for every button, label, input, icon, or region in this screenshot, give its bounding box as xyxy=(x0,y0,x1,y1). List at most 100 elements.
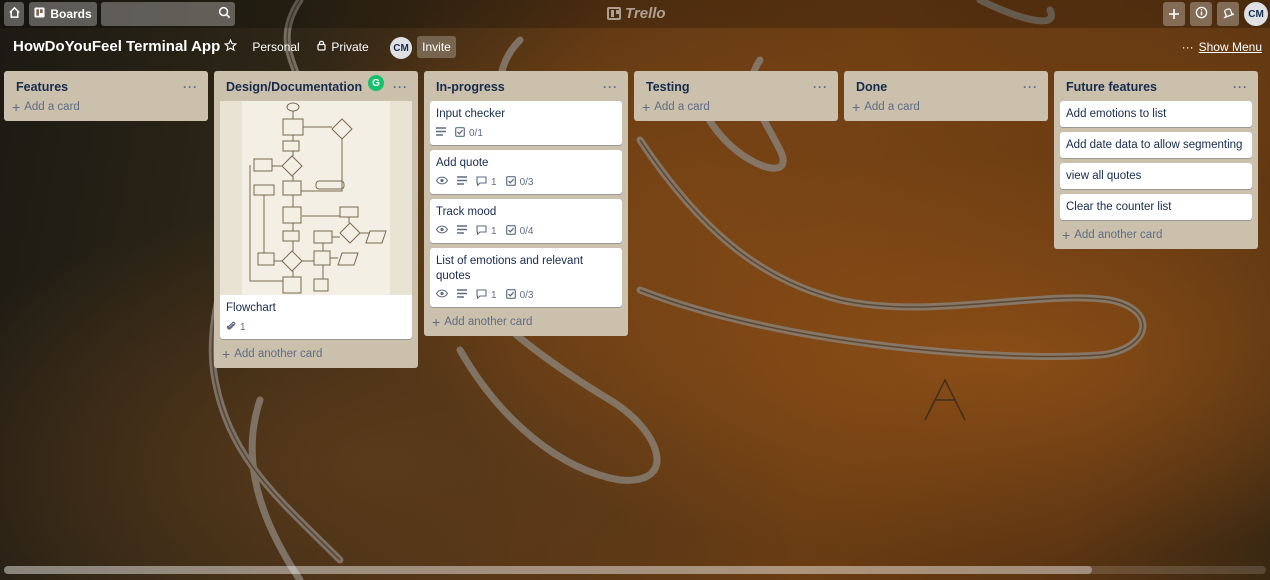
team-visibility-button[interactable]: Personal xyxy=(248,36,304,58)
list-menu-icon[interactable]: ··· xyxy=(1023,80,1042,94)
comment-count: 1 xyxy=(491,176,497,188)
plus-icon: + xyxy=(642,99,651,115)
show-menu-button[interactable]: ··· Show Menu xyxy=(1180,36,1262,58)
checkbox-icon xyxy=(455,126,465,140)
card-track-mood[interactable]: Track mood 1 0/4 xyxy=(430,199,622,243)
comment-count: 1 xyxy=(491,225,497,237)
list-title[interactable]: Done xyxy=(856,80,887,94)
create-button[interactable] xyxy=(1163,2,1185,26)
private-label: Private xyxy=(331,40,369,54)
scrollbar-thumb[interactable] xyxy=(4,566,1092,574)
add-card-button[interactable]: + Add a card xyxy=(10,97,202,117)
board-member-initials: CM xyxy=(393,42,409,54)
privacy-button[interactable]: Private xyxy=(312,36,374,58)
description-icon xyxy=(457,225,467,237)
plus-icon: + xyxy=(12,99,21,115)
description-badge xyxy=(457,176,467,188)
list-title[interactable]: Features xyxy=(16,80,68,94)
comment-icon xyxy=(476,288,487,302)
card-view-all-quotes[interactable]: view all quotes xyxy=(1060,163,1252,189)
eye-icon xyxy=(435,225,449,237)
trello-logo[interactable]: Trello xyxy=(607,5,666,22)
list-title[interactable]: Future features xyxy=(1066,80,1157,94)
info-button[interactable] xyxy=(1190,2,1212,26)
user-avatar[interactable]: CM xyxy=(1244,2,1268,26)
card-title: Add emotions to list xyxy=(1066,108,1167,120)
card-input-checker[interactable]: Input checker 0/1 xyxy=(430,101,622,145)
home-icon xyxy=(8,6,21,22)
list-title[interactable]: In-progress xyxy=(436,80,505,94)
search-input[interactable] xyxy=(101,2,235,26)
attachment-count: 1 xyxy=(240,321,246,333)
list-title[interactable]: Testing xyxy=(646,80,690,94)
checklist-count: 0/1 xyxy=(469,127,483,139)
checklist-badge: 0/1 xyxy=(455,126,483,140)
card-add-emotions[interactable]: Add emotions to list xyxy=(1060,101,1252,127)
card-badges: 1 0/4 xyxy=(435,224,616,238)
board-scrollbar[interactable] xyxy=(4,566,1266,574)
add-card-label: Add another card xyxy=(234,348,323,360)
list-testing: Testing ··· + Add a card xyxy=(634,71,838,121)
card-badges: 1 xyxy=(226,320,406,334)
comments-badge: 1 xyxy=(476,288,497,302)
add-card-button[interactable]: + Add a card xyxy=(640,97,832,117)
invite-button[interactable]: Invite xyxy=(417,36,456,58)
card-badges: 1 0/3 xyxy=(435,175,616,189)
show-menu-label: Show Menu xyxy=(1198,40,1262,54)
notifications-button[interactable] xyxy=(1217,2,1239,26)
comment-count: 1 xyxy=(491,289,497,301)
add-card-label: Add a card xyxy=(24,101,80,113)
grammarly-icon[interactable]: G xyxy=(368,75,384,91)
eye-icon xyxy=(435,289,449,301)
list-menu-icon[interactable]: ··· xyxy=(603,80,622,94)
list-title[interactable]: Design/Documentation xyxy=(226,80,362,94)
add-card-button[interactable]: + Add a card xyxy=(850,97,1042,117)
list-menu-icon[interactable]: ··· xyxy=(813,80,832,94)
info-icon xyxy=(1195,6,1208,22)
plus-icon: + xyxy=(432,314,441,330)
list-features: Features ··· + Add a card xyxy=(4,71,208,121)
star-board-button[interactable] xyxy=(220,36,240,58)
checklist-count: 0/3 xyxy=(519,176,534,188)
checklist-badge: 0/3 xyxy=(505,175,534,189)
checklist-count: 0/4 xyxy=(519,225,534,237)
card-title: Flowchart xyxy=(226,302,276,314)
lock-icon xyxy=(317,40,326,54)
add-card-label: Add a card xyxy=(864,101,920,113)
card-clear-counter[interactable]: Clear the counter list xyxy=(1060,194,1252,220)
eye-icon xyxy=(435,176,449,188)
paperclip-icon xyxy=(226,320,236,334)
list-menu-icon[interactable]: ··· xyxy=(1233,80,1252,94)
card-flowchart[interactable]: Flowchart 1 xyxy=(220,101,412,339)
add-card-button[interactable]: + Add another card xyxy=(1060,225,1252,245)
add-card-button[interactable]: + Add another card xyxy=(220,344,412,364)
list-header: Future features ··· xyxy=(1060,77,1252,97)
board-member-avatar[interactable]: CM xyxy=(390,37,412,59)
search-icon xyxy=(218,6,231,22)
grammarly-letter: G xyxy=(372,77,380,89)
comment-icon xyxy=(476,175,487,189)
description-icon xyxy=(436,127,446,139)
list-menu-icon[interactable]: ··· xyxy=(393,80,412,94)
board-title[interactable]: HowDoYouFeel Terminal App xyxy=(13,38,220,55)
checkbox-icon xyxy=(505,288,516,302)
description-badge xyxy=(457,225,467,237)
personal-label: Personal xyxy=(252,40,300,54)
description-icon xyxy=(457,176,467,188)
plus-icon xyxy=(1168,4,1180,25)
card-add-quote[interactable]: Add quote 1 0/3 xyxy=(430,150,622,194)
list-future-features: Future features ··· Add emotions to list… xyxy=(1054,71,1258,249)
card-list-of-emotions[interactable]: List of emotions and relevant quotes 1 0… xyxy=(430,248,622,307)
list-menu-icon[interactable]: ··· xyxy=(183,80,202,94)
add-card-button[interactable]: + Add another card xyxy=(430,312,622,332)
description-badge xyxy=(457,289,467,301)
description-badge xyxy=(436,127,446,139)
card-title: Add date data to allow segmenting xyxy=(1066,139,1243,151)
boards-button[interactable]: Boards xyxy=(29,2,97,26)
checklist-badge: 0/4 xyxy=(505,224,534,238)
attachment-badge: 1 xyxy=(226,320,246,334)
card-title: Input checker xyxy=(436,108,506,120)
list-header: In-progress ··· xyxy=(430,77,622,97)
home-button[interactable] xyxy=(4,2,24,26)
card-add-date-data[interactable]: Add date data to allow segmenting xyxy=(1060,132,1252,158)
